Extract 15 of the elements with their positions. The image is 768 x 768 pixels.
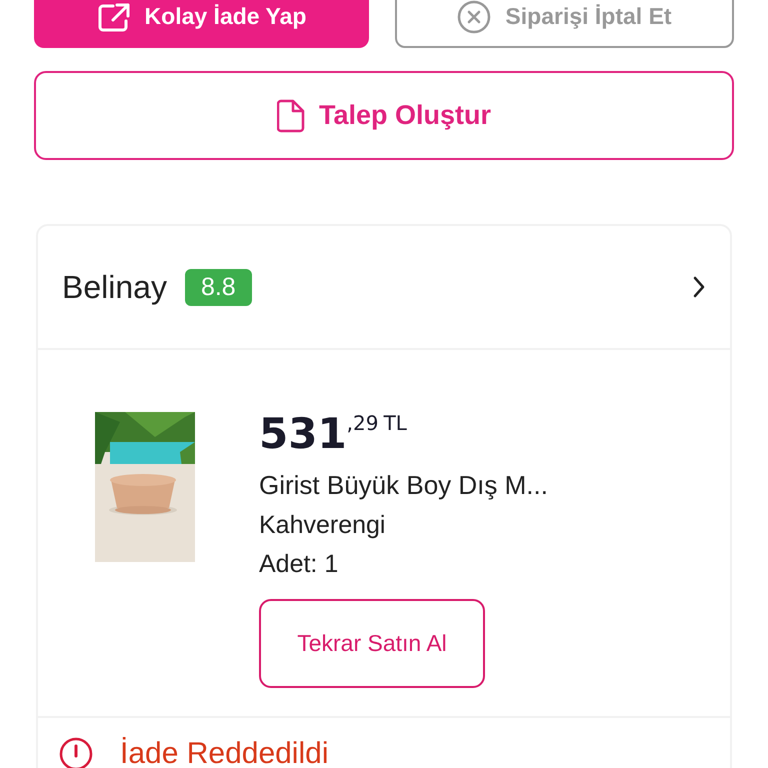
return-button[interactable]: Kolay İade Yap: [34, 0, 369, 48]
quantity: Adet: 1: [259, 550, 340, 579]
close-circle-icon: [457, 0, 492, 34]
seller-name[interactable]: Belinay: [62, 268, 167, 306]
alert-icon: [58, 736, 94, 768]
cancel-order-button[interactable]: Siparişi İptal Et: [395, 0, 734, 48]
product-variant: Kahverengi: [259, 511, 386, 540]
document-icon: [276, 98, 305, 132]
external-link-icon: [96, 2, 131, 32]
create-request-button[interactable]: Talep Oluştur: [34, 71, 734, 160]
rating-badge: 8.8: [184, 268, 252, 306]
chevron-right-icon[interactable]: [692, 275, 706, 299]
buy-again-button[interactable]: Tekrar Satın Al: [259, 599, 485, 688]
status-text: İade Reddedildi: [120, 737, 328, 768]
product-title[interactable]: Girist Büyük Boy Dış M...: [259, 470, 548, 501]
